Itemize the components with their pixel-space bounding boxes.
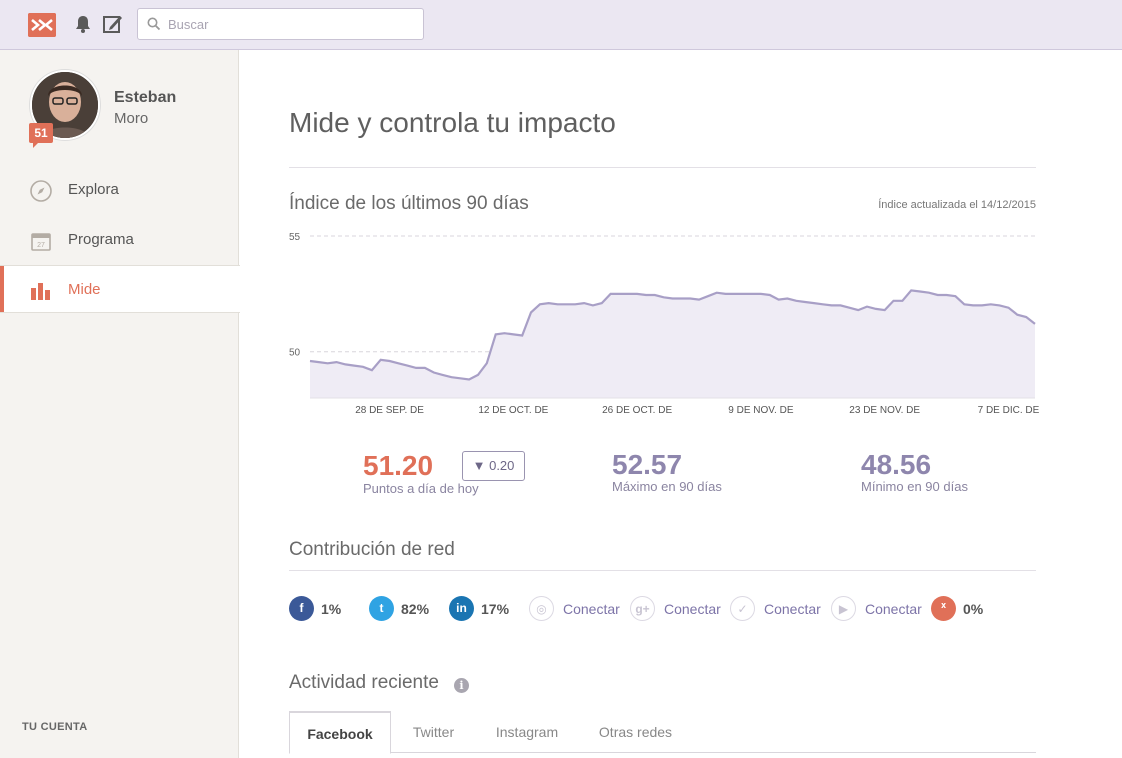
- network-share-value: 0%: [963, 601, 984, 617]
- x-tick-label: 23 DE NOV. DE: [849, 405, 920, 416]
- max-score-label: Máximo en 90 días: [612, 479, 722, 494]
- connect-google-plus-link[interactable]: Conectar: [664, 601, 721, 617]
- sidebar-item-label: Explora: [68, 181, 119, 198]
- connect-foursquare-link[interactable]: Conectar: [764, 601, 821, 617]
- linkedin-icon: in: [449, 596, 474, 621]
- bar-chart-icon: [30, 280, 52, 302]
- foursquare-icon: ✓: [730, 596, 755, 621]
- user-last-name[interactable]: Moro: [114, 110, 148, 127]
- divider: [289, 167, 1036, 168]
- y-tick-label: 50: [289, 348, 301, 359]
- network-share-value: 82%: [401, 601, 430, 617]
- divider: [289, 570, 1036, 571]
- network-klout: ᕁ 0%: [931, 596, 991, 622]
- network-share-value: 17%: [481, 601, 510, 617]
- svg-text:27: 27: [37, 242, 45, 249]
- network-twitter: t 82%: [369, 596, 439, 622]
- twitter-icon: t: [369, 596, 394, 621]
- facebook-icon: f: [289, 596, 314, 621]
- youtube-icon: ▶: [831, 596, 856, 621]
- y-tick-label: 55: [289, 232, 301, 243]
- index-section-title: Índice de los últimos 90 días: [289, 193, 529, 214]
- sidebar-item-label: Programa: [68, 231, 134, 248]
- network-google-plus[interactable]: g+ Conectar: [630, 596, 725, 622]
- index-updated-date: Índice actualizada el 14/12/2015: [878, 199, 1036, 211]
- sidebar-item-programa[interactable]: 27 Programa: [0, 216, 239, 264]
- score-delta-badge: ▼ 0.20: [462, 451, 525, 481]
- sidebar-item-explora[interactable]: Explora: [0, 166, 239, 214]
- klout-icon: ᕁ: [931, 596, 956, 621]
- account-heading: TU CUENTA: [22, 721, 88, 733]
- klout-logo-icon[interactable]: [28, 13, 56, 37]
- sidebar-item-mide[interactable]: Mide: [0, 265, 240, 313]
- search-box[interactable]: [137, 8, 424, 40]
- network-foursquare[interactable]: ✓ Conectar: [730, 596, 825, 622]
- search-icon: [147, 17, 161, 31]
- sidebar: 51 Esteban Moro Explora 27 Programa Mide…: [0, 50, 240, 758]
- x-tick-label: 12 DE OCT. DE: [478, 405, 548, 416]
- instagram-icon: ◎: [529, 596, 554, 621]
- activity-tabs: Facebook Twitter Instagram Otras redes: [289, 711, 1036, 754]
- network-instagram[interactable]: ◎ Conectar: [529, 596, 624, 622]
- network-section-title: Contribución de red: [289, 539, 455, 560]
- score-badge: 51: [29, 123, 53, 148]
- x-tick-label: 28 DE SEP. DE: [355, 405, 424, 416]
- compass-icon: [30, 180, 52, 202]
- page-title: Mide y controla tu impacto: [289, 107, 616, 138]
- tab-twitter[interactable]: Twitter: [391, 711, 476, 753]
- x-tick-label: 9 DE NOV. DE: [728, 405, 794, 416]
- series-area: [310, 290, 1035, 398]
- connect-youtube-link[interactable]: Conectar: [865, 601, 922, 617]
- x-tick-label: 26 DE OCT. DE: [602, 405, 672, 416]
- network-share-value: 1%: [321, 601, 342, 617]
- tab-facebook[interactable]: Facebook: [289, 711, 391, 754]
- tab-otras-redes[interactable]: Otras redes: [578, 711, 693, 753]
- calendar-icon: 27: [30, 230, 52, 252]
- sidebar-item-label: Mide: [68, 281, 101, 298]
- min-score-value: 48.56: [861, 449, 932, 480]
- max-score-value: 52.57: [612, 449, 683, 480]
- compose-icon[interactable]: [102, 13, 124, 35]
- search-input[interactable]: [168, 14, 408, 34]
- tab-instagram[interactable]: Instagram: [476, 711, 578, 753]
- x-tick-label: 7 DE DIC. DE: [978, 405, 1040, 416]
- top-bar: [0, 0, 1122, 50]
- activity-section-title: Actividad reciente: [289, 672, 439, 693]
- user-first-name[interactable]: Esteban: [114, 89, 176, 107]
- network-linkedin: in 17%: [449, 596, 519, 622]
- connect-instagram-link[interactable]: Conectar: [563, 601, 620, 617]
- network-facebook: f 1%: [289, 596, 349, 622]
- min-score-label: Mínimo en 90 días: [861, 479, 968, 494]
- current-score-value: 51.20: [363, 450, 434, 481]
- google-plus-icon: g+: [630, 596, 655, 621]
- network-youtube[interactable]: ▶ Conectar: [831, 596, 926, 622]
- index-chart: 50 55 28 DE SEP. DE 12 DE OCT. DE 26 DE OCT.…: [289, 232, 1040, 416]
- bell-icon[interactable]: [72, 13, 94, 35]
- info-icon[interactable]: i: [454, 678, 469, 693]
- current-score-label: Puntos a día de hoy: [363, 481, 479, 496]
